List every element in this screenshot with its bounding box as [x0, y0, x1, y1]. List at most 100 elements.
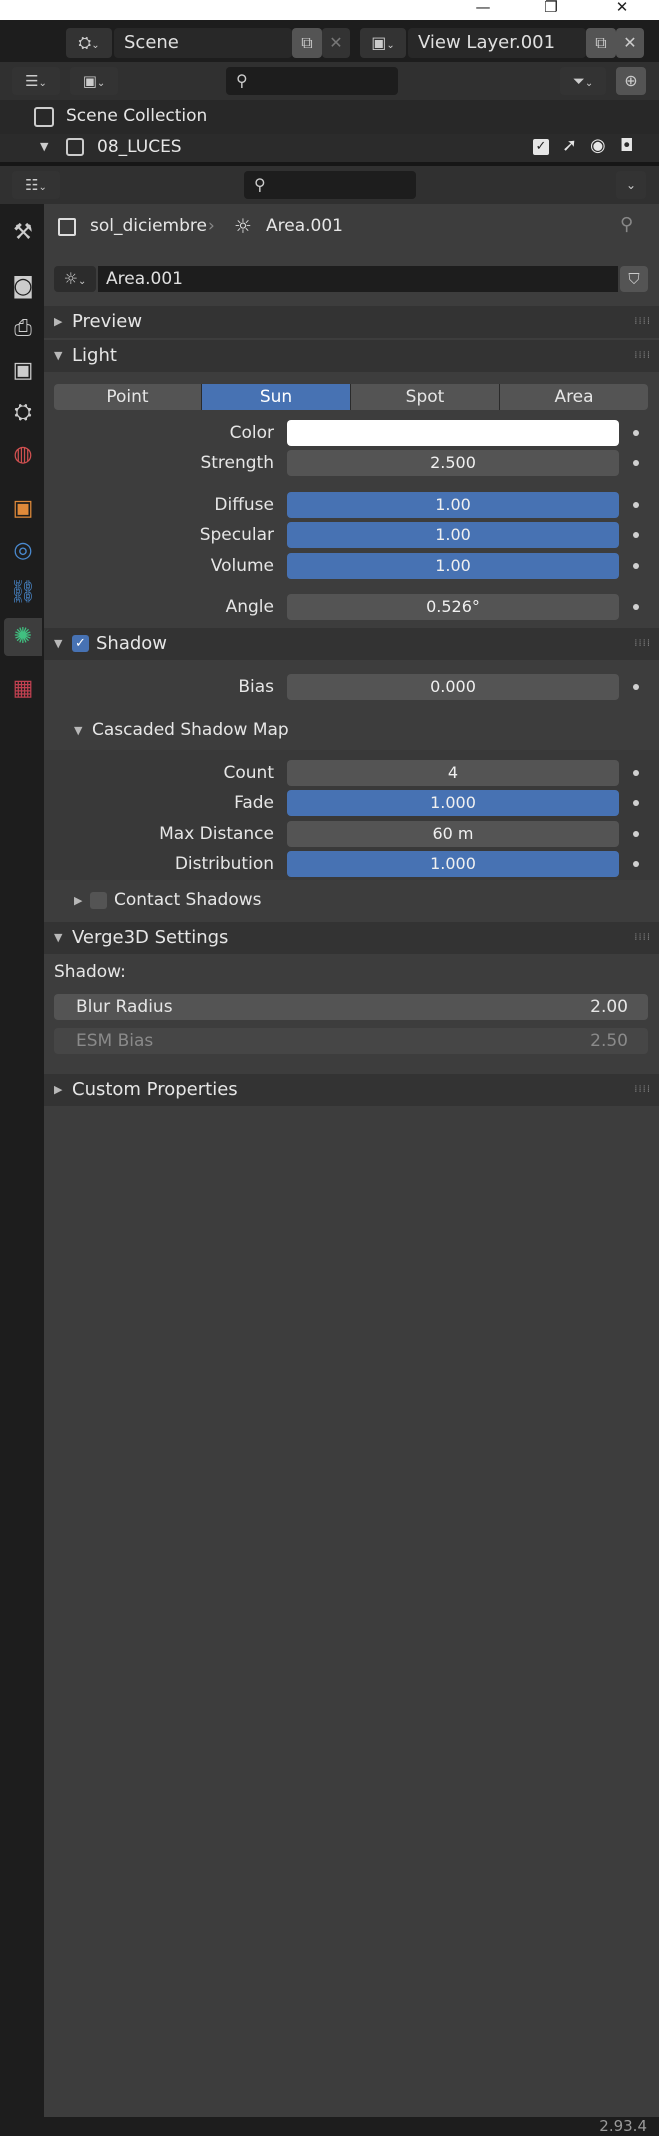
camera-icon[interactable]: ◘: [620, 136, 633, 156]
drag-handle-icon[interactable]: ⁞⁞⁞⁞: [634, 1074, 651, 1106]
tab-render[interactable]: ◙: [4, 268, 42, 306]
outliner-search-input[interactable]: ⚲: [226, 67, 398, 95]
chevron-down-icon: ⌄: [38, 78, 47, 89]
tab-view-layer[interactable]: ▣: [4, 352, 42, 390]
light-type-area[interactable]: Area: [500, 384, 648, 410]
light-bulb-icon: ✺: [13, 624, 33, 649]
drag-handle-icon[interactable]: ⁞⁞⁞⁞: [634, 340, 651, 372]
keyframe-dot[interactable]: [633, 861, 639, 867]
new-scene-button[interactable]: ⧉: [292, 28, 322, 58]
tab-scene[interactable]: ⛭: [4, 394, 42, 432]
view-layer-browse-button[interactable]: ▣⌄: [360, 28, 406, 58]
editor-type-button[interactable]: ☰⌄: [12, 67, 60, 95]
shadow-panel-header[interactable]: ▼ ✓ Shadow ⁞⁞⁞⁞: [44, 628, 659, 660]
keyframe-dot[interactable]: [633, 460, 639, 466]
color-swatch[interactable]: [287, 420, 619, 446]
scene-browse-button[interactable]: ⛭⌄: [66, 28, 112, 58]
delete-scene-button[interactable]: ✕: [322, 28, 350, 58]
fake-user-button[interactable]: ⛉: [620, 266, 648, 292]
keyframe-dot[interactable]: [633, 532, 639, 538]
drag-handle-icon[interactable]: ⁞⁞⁞⁞: [634, 628, 651, 660]
bias-field[interactable]: 0.000: [287, 674, 619, 700]
keyframe-dot[interactable]: [633, 502, 639, 508]
new-collection-button[interactable]: ⊕: [616, 67, 646, 95]
volume-slider[interactable]: 1.00: [287, 553, 619, 579]
keyframe-dot[interactable]: [633, 563, 639, 569]
outliner-row[interactable]: ▼ 08_LUCES ✓ ➚ ◉ ◘: [0, 134, 659, 162]
chevron-down-icon: ⌄: [96, 78, 106, 89]
outliner-icon: ☰: [25, 72, 39, 90]
minimize-button[interactable]: —: [468, 0, 498, 18]
scene-icon: ⛭: [14, 400, 32, 425]
tab-texture[interactable]: ▦: [4, 670, 42, 708]
strength-field[interactable]: 2.500: [287, 450, 619, 476]
window-title-bar: — ❐ ✕: [0, 0, 659, 20]
diffuse-slider[interactable]: 1.00: [287, 492, 619, 518]
sun-icon: ☼: [63, 269, 78, 288]
tab-tool[interactable]: ⚒: [4, 214, 42, 252]
cascaded-subpanel-header[interactable]: ▼ Cascaded Shadow Map: [44, 716, 659, 748]
keyframe-dot[interactable]: [633, 800, 639, 806]
disclosure-triangle-icon[interactable]: ▼: [40, 140, 48, 153]
contact-shadows-subpanel-header[interactable]: ▶ Contact Shadows: [44, 888, 659, 916]
light-panel-header[interactable]: ▼ Light ⁞⁞⁞⁞: [44, 340, 659, 372]
blur-radius-field[interactable]: Blur Radius 2.00: [54, 994, 648, 1020]
copy-icon: ⧉: [595, 33, 607, 52]
subpanel-title: Cascaded Shadow Map: [92, 720, 289, 740]
contact-shadows-checkbox[interactable]: [90, 892, 107, 909]
tab-world[interactable]: ◍: [4, 436, 42, 474]
drag-handle-icon[interactable]: ⁞⁞⁞⁞: [634, 306, 651, 338]
restore-button[interactable]: ❐: [536, 0, 566, 18]
delete-view-layer-button[interactable]: ✕: [616, 28, 644, 58]
tab-physics[interactable]: ◎: [4, 532, 42, 570]
preview-panel-header[interactable]: ▶ Preview ⁞⁞⁞⁞: [44, 306, 659, 338]
keyframe-dot[interactable]: [633, 831, 639, 837]
editor-type-button[interactable]: ☷⌄: [12, 171, 60, 199]
max-distance-field[interactable]: 60 m: [287, 821, 619, 847]
custom-properties-panel-header[interactable]: ▶ Custom Properties ⁞⁞⁞⁞: [44, 1074, 659, 1106]
outliner-row[interactable]: Scene Collection: [0, 104, 659, 132]
select-arrow-icon[interactable]: ➚: [562, 135, 577, 156]
properties-panel: sol_diciembre › ☼ Area.001 ⚲ ☼⌄ Area.001…: [44, 204, 659, 2117]
light-type-spot[interactable]: Spot: [351, 384, 500, 410]
eye-icon[interactable]: ◉: [590, 135, 606, 156]
scene-name-field[interactable]: Scene: [114, 28, 292, 58]
pin-icon[interactable]: ⚲: [620, 214, 633, 235]
new-view-layer-button[interactable]: ⧉: [586, 28, 616, 58]
options-dropdown-button[interactable]: ⌄: [616, 171, 646, 199]
distribution-slider[interactable]: 1.000: [287, 851, 619, 877]
count-field[interactable]: 4: [287, 760, 619, 786]
light-type-point[interactable]: Point: [54, 384, 202, 410]
display-mode-button[interactable]: ▣⌄: [70, 67, 118, 95]
volume-label: Volume: [210, 556, 274, 576]
close-window-button[interactable]: ✕: [607, 0, 637, 18]
light-datablock-name-field[interactable]: Area.001: [98, 266, 618, 292]
keyframe-dot[interactable]: [633, 604, 639, 610]
light-datablock-browse-button[interactable]: ☼⌄: [54, 266, 96, 292]
view-layer-name-field[interactable]: View Layer.001: [408, 28, 586, 58]
verge3d-panel-header[interactable]: ▼ Verge3D Settings ⁞⁞⁞⁞: [44, 922, 659, 954]
tab-constraints[interactable]: ⛓: [4, 574, 42, 612]
count-label: Count: [223, 763, 275, 783]
tab-output[interactable]: ⎙: [4, 310, 42, 348]
tab-light-data[interactable]: ✺: [4, 618, 42, 656]
checkbox-icon[interactable]: ✓: [533, 139, 549, 155]
drag-handle-icon[interactable]: ⁞⁞⁞⁞: [634, 922, 651, 954]
printer-icon: ⎙: [14, 316, 32, 341]
outliner-editor: ☰⌄ ▣⌄ ⚲ ⏷⌄ ⊕ Scene Collection ▼ 08_LUCES…: [0, 62, 659, 162]
angle-field[interactable]: 0.526°: [287, 594, 619, 620]
disclosure-triangle-icon: ▶: [74, 894, 83, 907]
keyframe-dot[interactable]: [633, 684, 639, 690]
shadow-checkbox[interactable]: ✓: [72, 635, 89, 652]
properties-search-input[interactable]: ⚲: [244, 171, 416, 199]
filter-button[interactable]: ⏷⌄: [560, 67, 606, 95]
light-type-sun[interactable]: Sun: [202, 384, 351, 410]
max-distance-label: Max Distance: [159, 824, 274, 844]
disclosure-triangle-icon: ▼: [54, 637, 63, 650]
tab-object[interactable]: ▣: [4, 490, 42, 528]
fade-slider[interactable]: 1.000: [287, 790, 619, 816]
keyframe-dot[interactable]: [633, 770, 639, 776]
keyframe-dot[interactable]: [633, 430, 639, 436]
view-layer-icon: ▣: [82, 72, 97, 90]
specular-slider[interactable]: 1.00: [287, 522, 619, 548]
